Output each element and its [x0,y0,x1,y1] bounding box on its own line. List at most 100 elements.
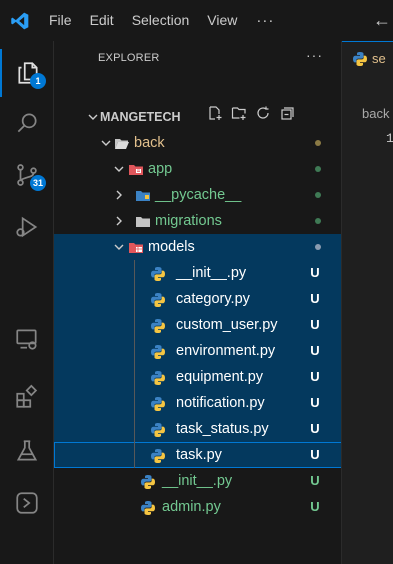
tree-file-row[interactable]: equipment.py U [54,364,342,390]
git-status-badge: U [310,369,320,384]
line-number: 1 [386,131,393,146]
tree-item-label: category.py [176,291,250,307]
tree-file-row[interactable]: admin.py U [54,494,342,520]
tree-folder-row[interactable]: __pycache__ [54,182,342,208]
tree-item-label: task_status.py [176,421,269,437]
chevron-down-icon[interactable] [100,130,112,156]
tree-item-label: models [148,239,195,255]
tree-file-row[interactable]: __init__.py U [54,260,342,286]
search-icon[interactable] [0,99,53,147]
indent-guide [134,260,135,468]
tree-item-label: equipment.py [176,369,264,385]
python-file-icon [150,291,166,307]
tree-item-label: back [134,135,165,151]
tree-item-label: app [148,161,173,177]
menu-selection[interactable]: Selection [123,0,199,41]
vscode-logo-icon [0,0,40,41]
refresh-icon[interactable] [255,104,271,130]
remote-explorer-icon[interactable] [0,315,53,363]
chevron-right-icon[interactable] [113,182,125,208]
explorer-more-actions-button[interactable]: ··· [306,47,323,63]
tree-file-row[interactable]: task_status.py U [54,416,342,442]
tree-folder-row[interactable]: app [54,156,342,182]
folder-open-icon [114,135,130,151]
editor-tab[interactable]: se [342,41,393,76]
python-file-icon [140,473,156,489]
git-status-dot [315,166,321,172]
git-status-badge: U [310,317,320,332]
tree-folder-row[interactable]: back [54,130,342,156]
python-file-icon [150,395,166,411]
tree-file-row[interactable]: category.py U [54,286,342,312]
run-debug-icon[interactable] [0,203,53,251]
tree-file-row[interactable]: task.py U [54,442,342,468]
git-status-badge: U [310,343,320,358]
menu-edit[interactable]: Edit [81,0,123,41]
terminal-panel-icon[interactable] [0,479,53,527]
tree-folder-row[interactable]: migrations [54,208,342,234]
models-folder-icon [128,239,144,255]
activity-bar: 1 31 [0,41,53,564]
git-status-dot [315,244,321,250]
chevron-down-icon[interactable] [113,234,125,260]
chevron-right-icon[interactable] [113,208,125,234]
explorer-badge: 1 [30,73,46,89]
chevron-down-icon[interactable] [113,156,125,182]
testing-flask-icon[interactable] [0,427,53,475]
folder-icon [135,213,151,229]
tree-item-label: migrations [155,213,222,229]
nav-back-arrow-icon[interactable]: ← [373,0,391,41]
git-status-badge: U [310,421,320,436]
tree-file-row[interactable]: __init__.py U [54,468,342,494]
git-status-badge: U [310,265,320,280]
tree-item-label: task.py [176,447,222,463]
explorer-icon[interactable]: 1 [0,49,53,97]
extensions-icon[interactable] [0,373,53,421]
tree-item-label: __init__.py [176,265,247,281]
new-folder-icon[interactable] [231,104,247,130]
project-header[interactable]: MANGETECH [54,104,342,130]
git-status-badge: U [310,291,320,306]
explorer-sidebar: EXPLORER ··· MANGETECH back app __pycache_… [53,41,342,564]
python-folder-icon [135,187,151,203]
source-control-badge: 31 [30,175,46,191]
git-status-dot [315,140,321,146]
python-file-icon [150,343,166,359]
git-status-badge: U [310,499,320,514]
menu-file[interactable]: File [40,0,81,41]
python-file-icon [150,369,166,385]
tree-item-label: __init__.py [162,473,233,489]
app-folder-icon [128,161,144,177]
git-status-badge: U [310,395,320,410]
python-file-icon [150,447,166,463]
explorer-title: EXPLORER [98,52,160,64]
tree-item-label: admin.py [162,499,221,515]
explorer-header: EXPLORER ··· [54,41,341,71]
source-control-icon[interactable]: 31 [0,151,53,199]
menu-view[interactable]: View [198,0,246,41]
tree-item-label: notification.py [176,395,265,411]
python-file-icon [150,421,166,437]
tree-folder-row[interactable]: models [54,234,342,260]
python-file-icon [150,265,166,281]
git-status-dot [315,192,321,198]
editor-tab-label: se [372,51,386,66]
new-file-icon[interactable] [207,104,223,130]
collapse-all-icon[interactable] [279,104,295,130]
tree-file-row[interactable]: environment.py U [54,338,342,364]
menu-more-button[interactable]: ··· [246,0,284,41]
editor-area: se back 1 [341,41,393,564]
chevron-down-icon [87,104,99,130]
python-file-icon [150,317,166,333]
git-status-badge: U [310,473,320,488]
git-status-dot [315,218,321,224]
title-bar: File Edit Selection View ··· ← [0,0,393,41]
tree-item-label: environment.py [176,343,276,359]
tree-file-row[interactable]: notification.py U [54,390,342,416]
tree-item-label: __pycache__ [155,187,242,203]
git-status-badge: U [310,447,320,462]
project-name: MANGETECH [100,110,181,124]
tree-item-label: custom_user.py [176,317,278,333]
tree-file-row[interactable]: custom_user.py U [54,312,342,338]
breadcrumb[interactable]: back [362,106,389,121]
